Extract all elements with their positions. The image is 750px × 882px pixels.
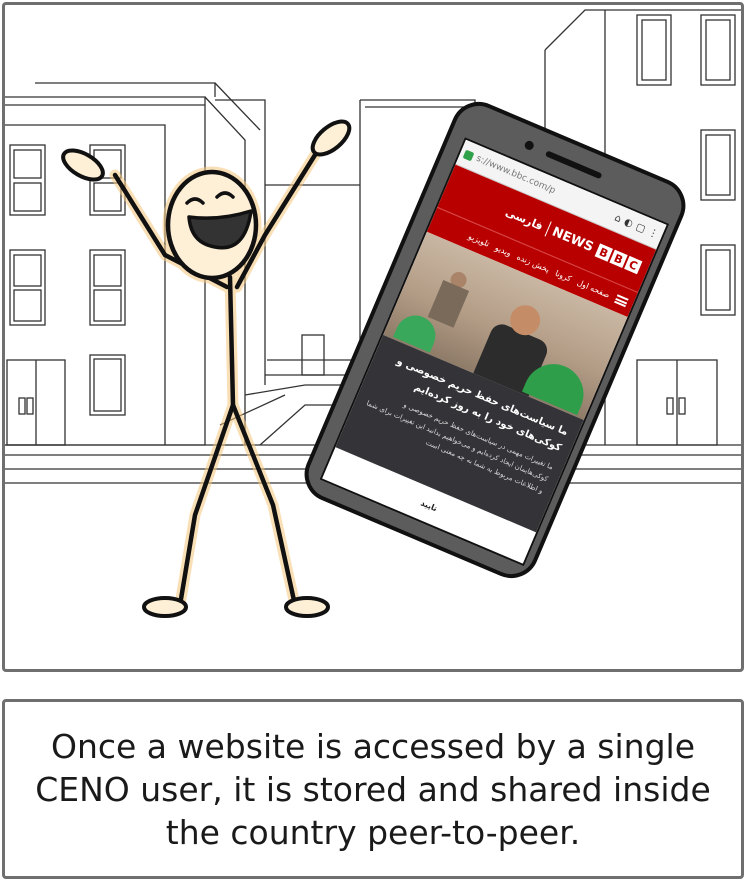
- phone: s://www.bbc.com/p ⌂ ◐ ▢ ⋮ فارسی NEWS B B: [295, 93, 695, 587]
- camera-icon: [523, 139, 536, 152]
- stick-figure: [61, 119, 352, 618]
- ceno-icon: ◐: [622, 216, 635, 230]
- caption-box: Once a website is accessed by a single C…: [2, 699, 744, 879]
- illustration-panel: s://www.bbc.com/p ⌂ ◐ ▢ ⋮ فارسی NEWS B B: [2, 2, 744, 672]
- bbc-language-label: فارسی: [503, 205, 546, 233]
- nav-item: کرونا: [554, 268, 573, 284]
- nav-item: تلویزیو: [467, 231, 491, 249]
- caption-text: Once a website is accessed by a single C…: [27, 725, 719, 854]
- bbc-logo-letter: C: [624, 255, 643, 275]
- caption-line: the country peer-to-peer.: [165, 812, 581, 852]
- photo-shape: [427, 280, 470, 328]
- hamburger-icon: [614, 293, 629, 307]
- nav-item: پخش زنده: [515, 251, 552, 274]
- lock-icon: [462, 149, 475, 161]
- phone-body: s://www.bbc.com/p ⌂ ◐ ▢ ⋮ فارسی NEWS B B: [295, 93, 695, 587]
- home-icon: ⌂: [612, 212, 624, 225]
- nav-item: صفحه اول: [575, 277, 612, 300]
- caption-line: CENO user, it is stored and shared insid…: [35, 769, 711, 809]
- bbc-logo: B B C: [594, 243, 643, 275]
- phone-graphic: s://www.bbc.com/p ⌂ ◐ ▢ ⋮ فارسی NEWS B B: [295, 85, 710, 587]
- nav-item: ویدیو: [493, 242, 513, 258]
- phone-screen: s://www.bbc.com/p ⌂ ◐ ▢ ⋮ فارسی NEWS B B: [319, 137, 670, 567]
- menu-dots-icon: ⋮: [646, 226, 661, 241]
- tabs-icon: ▢: [634, 221, 648, 235]
- caption-line: Once a website is accessed by a single: [50, 726, 696, 766]
- bbc-news-label: NEWS: [549, 223, 596, 255]
